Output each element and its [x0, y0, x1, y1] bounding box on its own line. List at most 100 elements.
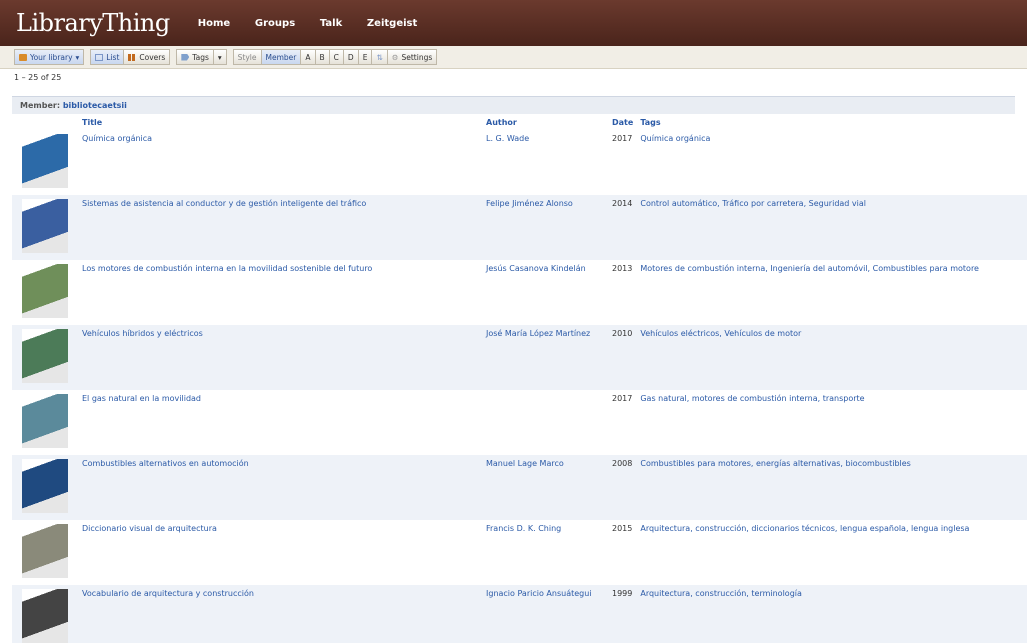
nav-groups[interactable]: Groups	[255, 18, 295, 29]
tags-dropdown-button[interactable]: ▾	[213, 49, 227, 65]
book-tags[interactable]: Combustibles para motores, energías alte…	[636, 455, 1027, 520]
table-row: El gas natural en la movilidad 2017 Gas na…	[12, 390, 1027, 455]
tags-column-header[interactable]: Tags	[636, 114, 1027, 130]
cover-cell	[12, 130, 78, 195]
book-title-link[interactable]: Combustibles alternativos en automoción	[78, 455, 482, 520]
book-table: Title Author Date Tags Química orgánica L…	[12, 114, 1027, 643]
your-library-dropdown[interactable]: Your library ▾	[14, 49, 85, 65]
nav-zeitgeist[interactable]: Zeitgeist	[367, 18, 417, 29]
book-date: 2010	[612, 329, 633, 338]
style-b-button[interactable]: B	[315, 49, 330, 65]
table-row: Química orgánica L. G. Wade 2017 Química or…	[12, 130, 1027, 195]
date-column-header[interactable]: Date	[608, 114, 636, 130]
author-column-header[interactable]: Author	[482, 114, 608, 130]
title-column-header[interactable]: Title	[78, 114, 482, 130]
table-row: Los motores de combustión interna en la …	[12, 260, 1027, 325]
member-name-link[interactable]: bibliotecaetsii	[63, 101, 127, 110]
table-row: Vocabulario de arquitectura y construcci…	[12, 585, 1027, 643]
book-cover[interactable]	[22, 134, 68, 188]
book-cover[interactable]	[22, 264, 68, 318]
book-tags[interactable]: Arquitectura, construcción, diccionarios…	[636, 520, 1027, 585]
book-tags[interactable]: Vehículos eléctricos, Vehículos de motor	[636, 325, 1027, 390]
book-title-link[interactable]: Sistemas de asistencia al conductor y de…	[78, 195, 482, 260]
book-author-link[interactable]: Ignacio Paricio Ansuátegui	[482, 585, 608, 643]
cover-cell	[12, 455, 78, 520]
covers-view-button[interactable]: Covers	[124, 49, 171, 65]
nav-home[interactable]: Home	[198, 18, 230, 29]
book-title-link[interactable]: Química orgánica	[78, 130, 482, 195]
book-cover[interactable]	[22, 589, 68, 643]
book-tags[interactable]: Control automático, Tráfico por carreter…	[636, 195, 1027, 260]
book-date: 2013	[612, 264, 633, 273]
cover-cell	[12, 195, 78, 260]
sort-icon: ⇅	[376, 52, 383, 62]
nav-talk[interactable]: Talk	[320, 18, 342, 29]
book-cover[interactable]	[22, 329, 68, 383]
book-tags[interactable]: Arquitectura, construcción, terminología	[636, 585, 1027, 643]
book-author-link[interactable]: Felipe Jiménez Alonso	[482, 195, 608, 260]
book-tags[interactable]: Motores de combustión interna, Ingenierí…	[636, 260, 1027, 325]
chevron-down-icon: ▾	[217, 52, 222, 62]
view-toggle: List Covers	[90, 49, 171, 65]
style-e-button[interactable]: E	[358, 49, 373, 65]
books-icon	[19, 53, 27, 61]
book-author-link[interactable]: L. G. Wade	[482, 130, 608, 195]
member-header: Member: bibliotecaetsii	[12, 96, 1015, 114]
book-cover[interactable]	[22, 199, 68, 253]
gear-icon: ⚙	[391, 52, 399, 62]
tags-button[interactable]: Tags	[176, 49, 214, 65]
book-cover[interactable]	[22, 524, 68, 578]
book-date: 2008	[612, 459, 633, 468]
cover-cell	[12, 260, 78, 325]
book-author-link[interactable]: José María López Martínez	[482, 325, 608, 390]
chevron-down-icon: ▾	[75, 52, 80, 62]
top-bar: LibraryThing Home Groups Talk Zeitgeist	[0, 0, 1027, 46]
table-row: Sistemas de asistencia al conductor y de…	[12, 195, 1027, 260]
cover-cell	[12, 520, 78, 585]
style-c-button[interactable]: C	[329, 49, 344, 65]
style-member-button[interactable]: Member	[261, 49, 302, 65]
book-tags[interactable]: Química orgánica	[636, 130, 1027, 195]
style-label: Style	[232, 49, 262, 65]
book-cover[interactable]	[22, 459, 68, 513]
style-d-button[interactable]: D	[343, 49, 359, 65]
book-author-link[interactable]: Jesús Casanova Kindelán	[482, 260, 608, 325]
book-title-link[interactable]: El gas natural en la movilidad	[78, 390, 482, 455]
cover-cell	[12, 390, 78, 455]
table-row: Diccionario visual de arquitectura Franci…	[12, 520, 1027, 585]
tags-control: Tags ▾	[176, 49, 227, 65]
book-date: 2015	[612, 524, 633, 533]
cover-cell	[12, 325, 78, 390]
table-row: Vehículos híbridos y eléctricos José Marí…	[12, 325, 1027, 390]
book-title-link[interactable]: Vocabulario de arquitectura y construcci…	[78, 585, 482, 643]
cover-column-header	[12, 114, 78, 130]
book-date: 2017	[612, 134, 633, 143]
table-row: Combustibles alternativos en automoción M…	[12, 455, 1027, 520]
book-title-link[interactable]: Diccionario visual de arquitectura	[78, 520, 482, 585]
style-a-button[interactable]: A	[301, 49, 316, 65]
result-count: 1 – 25 of 25	[14, 73, 62, 82]
book-title-link[interactable]: Vehículos híbridos y eléctricos	[78, 325, 482, 390]
librarything-logo[interactable]: LibraryThing	[16, 9, 170, 37]
member-label: Member:	[20, 101, 61, 110]
settings-button[interactable]: ⚙ Settings	[387, 49, 438, 65]
style-selector: Style Member A B C D E ⇅ ⚙ Settings	[232, 49, 438, 65]
book-date: 1999	[612, 589, 633, 598]
sort-button[interactable]: ⇅	[372, 49, 388, 65]
tag-icon	[181, 53, 190, 61]
book-date: 2017	[612, 394, 633, 403]
grid-icon	[128, 53, 137, 61]
book-cover[interactable]	[22, 394, 68, 448]
book-author-link[interactable]: Manuel Lage Marco	[482, 455, 608, 520]
book-author-link[interactable]	[482, 390, 608, 455]
book-date: 2014	[612, 199, 633, 208]
book-tags[interactable]: Gas natural, motores de combustión inter…	[636, 390, 1027, 455]
book-author-link[interactable]: Francis D. K. Ching	[482, 520, 608, 585]
main-nav: Home Groups Talk Zeitgeist	[198, 18, 440, 29]
list-icon	[95, 53, 104, 61]
list-view-button[interactable]: List	[90, 49, 125, 65]
table-header-row: Title Author Date Tags	[12, 114, 1027, 130]
book-title-link[interactable]: Los motores de combustión interna en la …	[78, 260, 482, 325]
library-toolbar: Your library ▾ List Covers Tags ▾ Style …	[0, 46, 1027, 69]
cover-cell	[12, 585, 78, 643]
